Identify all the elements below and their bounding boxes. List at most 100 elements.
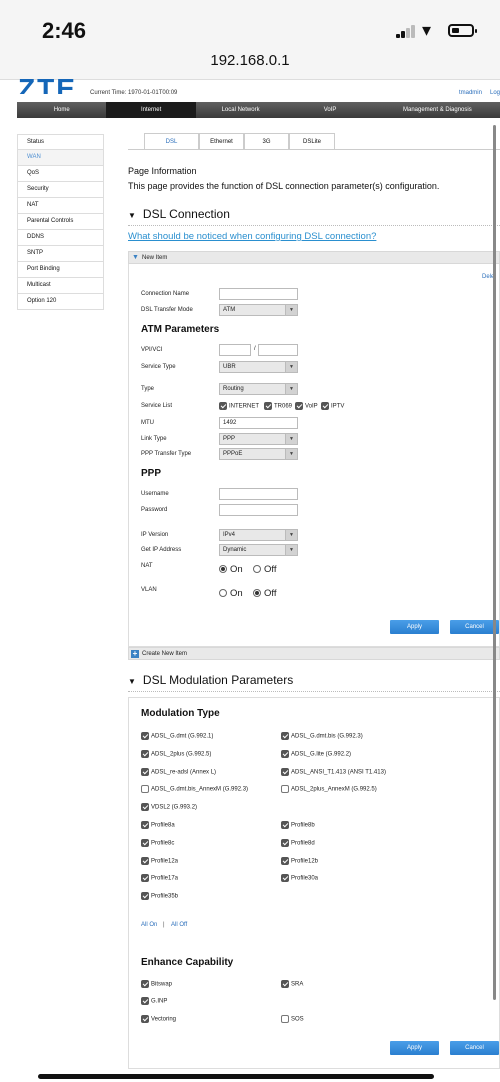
service-iptv-checkbox[interactable]: IPTV: [321, 402, 344, 410]
mod-adsl-2plus-annexm-checkbox[interactable]: ADSL_2plus_AnnexM (G.992.5): [281, 785, 377, 793]
logout-link[interactable]: Log: [490, 90, 500, 96]
signal-icon: [396, 24, 416, 38]
username-input[interactable]: [219, 488, 298, 500]
sidebar-item-option-120[interactable]: Option 120: [17, 294, 104, 310]
nav-local-network[interactable]: Local Network: [196, 102, 285, 118]
vlan-off-radio[interactable]: Off: [253, 588, 277, 599]
sos-checkbox[interactable]: SOS: [281, 1015, 304, 1023]
link-type-label: Link Type: [141, 436, 167, 442]
mod-adsl-glite-checkbox[interactable]: ADSL_G.lite (G.992.2): [281, 750, 351, 758]
nav-home[interactable]: Home: [17, 102, 106, 118]
page-info-desc: This page provides the function of DSL c…: [128, 181, 440, 191]
sidebar-item-sntp[interactable]: SNTP: [17, 246, 104, 262]
dsl-connection-title[interactable]: ▼ DSL Connection: [128, 207, 230, 221]
mod-adsl-gdmt-checkbox[interactable]: ADSL_G.dmt (G.992.1): [141, 732, 213, 740]
user-info: tmadmin Log: [451, 90, 500, 96]
vectoring-checkbox[interactable]: Vectoring: [141, 1015, 176, 1023]
sidebar: Status WAN QoS Security NAT Parental Con…: [17, 134, 104, 310]
scrollbar[interactable]: [493, 125, 496, 1000]
cancel-button[interactable]: Cancel: [450, 620, 499, 634]
vci-input[interactable]: [258, 344, 298, 356]
nav-voip[interactable]: VoIP: [285, 102, 374, 118]
notice-link[interactable]: What should be noticed when configuring …: [128, 231, 376, 242]
collapse-icon: ▼: [132, 254, 139, 261]
link-separator: |: [163, 922, 165, 928]
ip-version-select[interactable]: IPv4 ▼: [219, 529, 298, 541]
nat-off-radio[interactable]: Off: [253, 564, 277, 575]
dsl-modulation-title[interactable]: ▼ DSL Modulation Parameters: [128, 673, 293, 687]
sidebar-item-multicast[interactable]: Multicast: [17, 278, 104, 294]
nav-internet[interactable]: Internet: [106, 102, 196, 118]
tab-dslite[interactable]: DSLite: [289, 133, 335, 150]
modulation-cancel-button[interactable]: Cancel: [450, 1041, 499, 1055]
sidebar-item-ddns[interactable]: DDNS: [17, 230, 104, 246]
username-label: Username: [141, 491, 169, 497]
profile-35b-checkbox[interactable]: Profile35b: [141, 892, 178, 900]
ppp-transfer-label: PPP Transfer Type: [141, 451, 192, 457]
type-select[interactable]: Routing ▼: [219, 383, 298, 395]
ppp-transfer-select[interactable]: PPPoE ▼: [219, 448, 298, 460]
profile-30a-checkbox[interactable]: Profile30a: [281, 874, 318, 882]
divider: [128, 149, 500, 150]
enhance-capability-title: Enhance Capability: [141, 957, 234, 968]
mod-adsl-readsl-checkbox[interactable]: ADSL_re-adsl (Annex L): [141, 768, 216, 776]
modulation-apply-button[interactable]: Apply: [390, 1041, 439, 1055]
profile-12b-checkbox[interactable]: Profile12b: [281, 857, 318, 865]
service-type-select[interactable]: UBR ▼: [219, 361, 298, 373]
vlan-on-radio[interactable]: On: [219, 588, 243, 599]
profile-8b-checkbox[interactable]: Profile8b: [281, 821, 315, 829]
password-input[interactable]: [219, 504, 298, 516]
mod-adsl-ansi-checkbox[interactable]: ADSL_ANSI_T1.413 (ANSI T1.413): [281, 768, 386, 776]
apply-button[interactable]: Apply: [390, 620, 439, 634]
tab-ethernet[interactable]: Ethernet: [199, 133, 244, 150]
sidebar-item-qos[interactable]: QoS: [17, 166, 104, 182]
nat-on-radio[interactable]: On: [219, 564, 243, 575]
vlan-label: VLAN: [141, 587, 157, 593]
profile-8c-checkbox[interactable]: Profile8c: [141, 839, 174, 847]
mod-adsl-gdmtbis-checkbox[interactable]: ADSL_G.dmt.bis (G.992.3): [281, 732, 363, 740]
sidebar-item-status[interactable]: Status: [17, 134, 104, 150]
get-ip-label: Get IP Address: [141, 547, 182, 553]
sidebar-item-nat[interactable]: NAT: [17, 198, 104, 214]
all-off-link[interactable]: All Off: [171, 922, 187, 928]
wifi-icon: ▾: [422, 20, 432, 40]
service-type-label: Service Type: [141, 364, 176, 370]
service-internet-checkbox[interactable]: INTERNET: [219, 402, 259, 410]
all-on-link[interactable]: All On: [141, 922, 157, 928]
transfer-mode-select[interactable]: ATM ▼: [219, 304, 298, 316]
url-bar[interactable]: 192.168.0.1: [0, 52, 500, 69]
profile-17a-checkbox[interactable]: Profile17a: [141, 874, 178, 882]
home-indicator[interactable]: [38, 1074, 434, 1079]
new-item-header[interactable]: ▼ New Item: [128, 251, 500, 264]
mtu-input[interactable]: 1492: [219, 417, 298, 429]
profile-8a-checkbox[interactable]: Profile8a: [141, 821, 175, 829]
mod-adsl-gdmtbis-annexm-checkbox[interactable]: ADSL_G.dmt.bis_AnnexM (G.992.3): [141, 785, 248, 793]
service-voip-checkbox[interactable]: VoIP: [295, 402, 318, 410]
profile-8d-checkbox[interactable]: Profile8d: [281, 839, 315, 847]
sra-checkbox[interactable]: SRA: [281, 980, 303, 988]
tab-3g[interactable]: 3G: [244, 133, 289, 150]
collapse-icon: ▼: [128, 677, 136, 686]
username-link[interactable]: tmadmin: [459, 90, 482, 96]
status-time: 2:46: [42, 18, 87, 43]
service-tr069-checkbox[interactable]: TR069: [264, 402, 292, 410]
sidebar-item-parental-controls[interactable]: Parental Controls: [17, 214, 104, 230]
mod-adsl-2plus-checkbox[interactable]: ADSL_2plus (G.992.5): [141, 750, 211, 758]
sidebar-item-wan[interactable]: WAN: [17, 150, 104, 166]
password-label: Password: [141, 507, 168, 513]
profile-12a-checkbox[interactable]: Profile12a: [141, 857, 178, 865]
get-ip-select[interactable]: Dynamic ▼: [219, 544, 298, 556]
tab-dsl[interactable]: DSL: [144, 133, 199, 150]
ginp-checkbox[interactable]: G.INP: [141, 997, 167, 1005]
nav-management[interactable]: Management & Diagnosis: [375, 102, 500, 118]
mod-vdsl2-checkbox[interactable]: VDSL2 (G.993.2): [141, 803, 197, 811]
vpi-input[interactable]: [219, 344, 251, 356]
ip-version-label: IP Version: [141, 532, 169, 538]
bitswap-checkbox[interactable]: Bitswap: [141, 980, 172, 988]
create-new-item[interactable]: + Create New Item: [128, 647, 500, 660]
sidebar-item-security[interactable]: Security: [17, 182, 104, 198]
top-nav: Home Internet Local Network VoIP Managem…: [17, 102, 500, 118]
link-type-select[interactable]: PPP ▼: [219, 433, 298, 445]
connection-name-input[interactable]: [219, 288, 298, 300]
sidebar-item-port-binding[interactable]: Port Binding: [17, 262, 104, 278]
